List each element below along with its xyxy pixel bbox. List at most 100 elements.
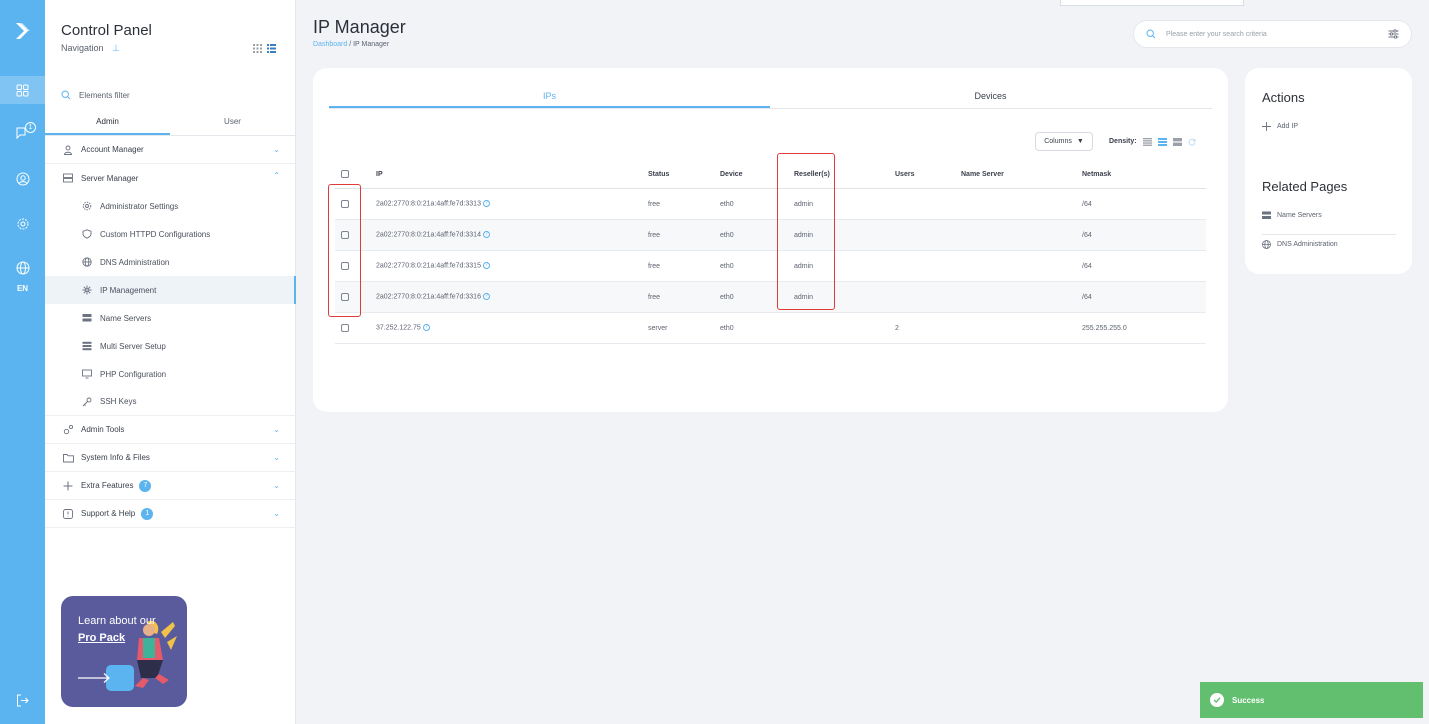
navigation-label: Navigation ⊥ xyxy=(61,43,120,54)
breadcrumb-current: IP Manager xyxy=(353,41,390,48)
person-icon xyxy=(62,144,74,156)
sidebar-title: Control Panel xyxy=(61,22,152,39)
header-name-server[interactable]: Name Server xyxy=(961,171,1004,178)
menu-label: Account Manager xyxy=(81,145,144,154)
status-cell: free xyxy=(648,200,661,208)
gear-icon xyxy=(81,200,93,212)
related-dns-administration[interactable]: DNS Administration xyxy=(1262,237,1396,251)
global-search[interactable]: Please enter your search criteria xyxy=(1133,20,1412,48)
logout-icon[interactable] xyxy=(0,686,45,714)
netmask-cell: /64 xyxy=(1082,231,1092,239)
tools-icon xyxy=(62,424,74,436)
breadcrumb-dashboard[interactable]: Dashboard xyxy=(313,41,347,48)
menu-account-manager[interactable]: Account Manager ⌄ xyxy=(45,136,296,164)
density-comfortable-icon[interactable] xyxy=(1172,137,1182,146)
actions-title: Actions xyxy=(1262,90,1305,105)
language-label[interactable]: EN xyxy=(0,284,45,293)
density-compact-icon[interactable] xyxy=(1142,137,1152,146)
ip-cell: 2a02:2770:8:0:21a:4aff:fe7d:3315? xyxy=(376,262,490,270)
shield-icon xyxy=(81,228,93,240)
list-view-icon[interactable] xyxy=(267,44,276,53)
info-icon[interactable]: ? xyxy=(422,324,430,332)
table-row[interactable]: 2a02:2770:8:0:21a:4aff:fe7d:3315? free e… xyxy=(335,251,1206,282)
folder-icon xyxy=(62,452,74,464)
related-name-servers[interactable]: Name Servers xyxy=(1262,209,1396,235)
app-rail: 1 EN xyxy=(0,0,45,724)
header-device[interactable]: Device xyxy=(720,171,743,178)
elements-filter[interactable]: Elements filter xyxy=(61,88,281,102)
select-all-checkbox[interactable] xyxy=(341,170,349,178)
success-toast[interactable]: Success xyxy=(1200,682,1423,718)
menu-support-help[interactable]: Support & Help 1 ⌄ xyxy=(45,500,296,528)
menu-php-configuration[interactable]: PHP Configuration xyxy=(45,360,296,388)
columns-button[interactable]: Columns ▼ xyxy=(1035,132,1093,151)
header-users[interactable]: Users xyxy=(895,171,914,178)
menu-server-manager[interactable]: Server Manager ⌃ xyxy=(45,164,296,192)
add-ip-action[interactable]: Add IP xyxy=(1262,122,1298,131)
info-icon[interactable]: ? xyxy=(482,231,490,239)
settings-icon[interactable] xyxy=(0,210,45,238)
table-row[interactable]: 2a02:2770:8:0:21a:4aff:fe7d:3314? free e… xyxy=(335,220,1206,251)
info-icon[interactable]: ? xyxy=(482,200,490,208)
promo-line1: Learn about our xyxy=(78,615,156,627)
header-status[interactable]: Status xyxy=(648,171,669,178)
menu-ip-management[interactable]: IP Management xyxy=(45,276,296,304)
tab-user[interactable]: User xyxy=(170,110,295,135)
globe-icon[interactable] xyxy=(0,254,45,282)
grid-view-icon[interactable] xyxy=(253,44,262,53)
header-ip[interactable]: IP xyxy=(376,171,383,178)
menu-name-servers[interactable]: Name Servers xyxy=(45,304,296,332)
tab-devices[interactable]: Devices xyxy=(770,85,1211,108)
key-icon xyxy=(81,396,93,408)
tab-admin[interactable]: Admin xyxy=(45,110,170,135)
table-toolbar: Columns ▼ Density: xyxy=(1035,132,1196,151)
menu-extra-features[interactable]: Extra Features 7 ⌄ xyxy=(45,472,296,500)
promo-line2[interactable]: Pro Pack xyxy=(78,632,125,644)
menu-custom-httpd[interactable]: Custom HTTPD Configurations xyxy=(45,220,296,248)
table-row[interactable]: 2a02:2770:8:0:21a:4aff:fe7d:3313? free e… xyxy=(335,189,1206,220)
search-icon xyxy=(1146,29,1156,39)
ip-cell: 2a02:2770:8:0:21a:4aff:fe7d:3316? xyxy=(376,293,490,301)
info-icon[interactable]: ? xyxy=(482,293,490,301)
table-row[interactable]: 37.252.122.75? server eth0 2 255.255.255… xyxy=(335,313,1206,344)
density-standard-icon[interactable] xyxy=(1157,137,1167,146)
menu-label: Administrator Settings xyxy=(100,201,179,211)
info-icon[interactable]: ? xyxy=(482,262,490,270)
pin-icon[interactable]: ⊥ xyxy=(112,43,120,53)
menu-system-info[interactable]: System Info & Files ⌄ xyxy=(45,444,296,472)
stack-icon xyxy=(81,340,93,352)
menu-label: IP Management xyxy=(100,285,157,295)
header-netmask[interactable]: Netmask xyxy=(1082,171,1111,178)
logo-icon[interactable] xyxy=(0,0,45,62)
menu-ssh-keys[interactable]: SSH Keys xyxy=(45,388,296,416)
related-label: DNS Administration xyxy=(1277,240,1338,248)
menu-dns-administration[interactable]: DNS Administration xyxy=(45,248,296,276)
globe-icon xyxy=(81,256,93,268)
globe-icon xyxy=(1262,239,1271,249)
dashboard-icon[interactable] xyxy=(0,76,45,104)
search-placeholder: Please enter your search criteria xyxy=(1166,30,1267,38)
refresh-icon[interactable] xyxy=(1188,138,1196,146)
menu-administrator-settings[interactable]: Administrator Settings xyxy=(45,192,296,220)
toast-message: Success xyxy=(1232,695,1265,705)
checkbox-highlight-box xyxy=(328,184,361,317)
check-icon xyxy=(1210,693,1224,707)
user-icon[interactable] xyxy=(0,165,45,193)
menu-admin-tools[interactable]: Admin Tools ⌄ xyxy=(45,416,296,444)
menu-multi-server-setup[interactable]: Multi Server Setup xyxy=(45,332,296,360)
netmask-cell: /64 xyxy=(1082,293,1092,301)
page-title: IP Manager xyxy=(313,17,406,37)
chevron-down-icon: ⌄ xyxy=(273,145,280,154)
side-panel: Actions Add IP Related Pages Name Server… xyxy=(1245,68,1412,274)
row-checkbox[interactable] xyxy=(341,324,349,332)
promo-arrow-button[interactable] xyxy=(78,665,134,691)
messages-icon[interactable] xyxy=(0,118,45,146)
table-row[interactable]: 2a02:2770:8:0:21a:4aff:fe7d:3316? free e… xyxy=(335,282,1206,313)
device-cell: eth0 xyxy=(720,262,734,270)
filter-settings-icon[interactable] xyxy=(1388,29,1399,39)
caret-down-icon: ▼ xyxy=(1076,138,1084,145)
plus-icon xyxy=(1262,122,1271,131)
pro-pack-promo[interactable]: Learn about our Pro Pack xyxy=(61,596,187,707)
tab-ips[interactable]: IPs xyxy=(329,85,770,108)
table-header-row: IP Status Device Reseller(s) Users Name … xyxy=(335,160,1206,189)
